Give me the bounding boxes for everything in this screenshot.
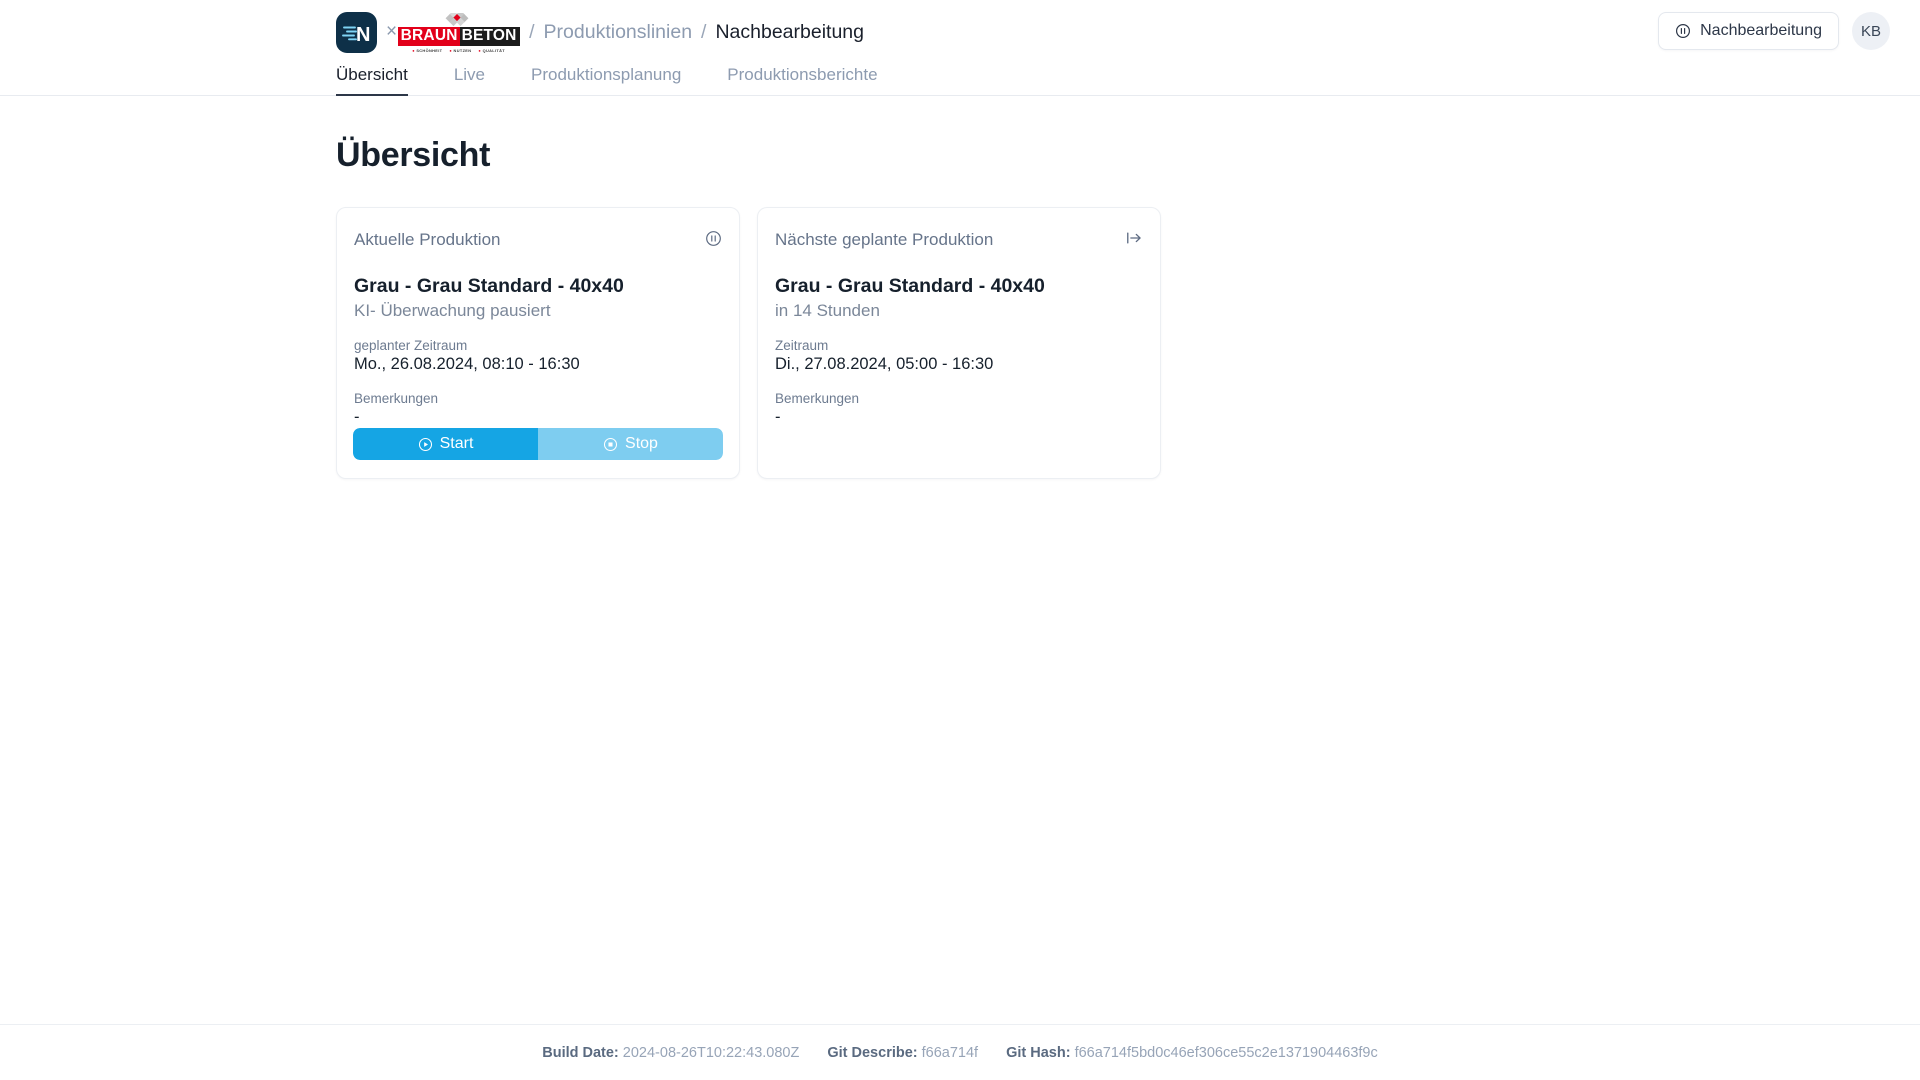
card-aktuelle-produktion: Aktuelle Produktion Grau - Grau Standard… [336,207,740,479]
card-label-aktuelle-produktion: Aktuelle Produktion [354,230,501,249]
card-grid: Aktuelle Produktion Grau - Grau Standard… [336,207,1920,479]
partner-logo-braunbeton: BRAUN BETON ● SCHÖNHEIT ● NUTZEN ● QUALIT… [397,11,520,53]
footer-git-hash-label: Git Hash: [1006,1044,1071,1061]
main-content: Übersicht Aktuelle Produktion Grau - Gra… [0,96,1920,479]
card-actions: Start Stop [353,428,723,460]
card-header: Aktuelle Produktion [353,230,723,250]
stop-button-label: Stop [625,435,658,452]
field-value: - [354,408,360,426]
diamond-pattern-icon [445,13,469,27]
card-label-naechste-produktion: Nächste geplante Produktion [775,230,994,249]
field-zeitraum: Zeitraum Di., 27.08.2024, 05:00 - 16:30 [774,338,1144,374]
breadcrumb-current-page: Nachbearbeitung [715,20,864,43]
footer-build-date-label: Build Date: [542,1044,619,1061]
tab-produktionsberichte[interactable]: Produktionsberichte [727,65,877,96]
app-footer: Build Date: 2024-08-26T10:22:43.080Z Git… [0,1024,1920,1080]
card-title: Grau - Grau Standard - 40x40 [354,275,624,297]
stop-circle-icon [603,437,618,452]
avatar[interactable]: KB [1852,12,1890,50]
tagline-word-1: NUTZEN [453,47,472,53]
partner-logo-word-beton: BETON [459,27,520,46]
app-header: N × BRAUN BETON ● SCHÖNHEIT ● NUTZEN ● Q… [0,0,1920,64]
card-subtitle-status: KI- Überwachung pausiert [354,301,551,320]
arrow-right-from-bracket-icon[interactable] [1125,230,1143,246]
status-button-label: Nachbearbeitung [1700,22,1822,39]
field-value: Mo., 26.08.2024, 08:10 - 16:30 [354,355,580,373]
logo-separator-x: × [386,21,398,42]
tab-live[interactable]: Live [454,65,485,96]
field-geplanter-zeitraum: geplanter Zeitraum Mo., 26.08.2024, 08:1… [353,338,723,374]
tab-produktionsplanung[interactable]: Produktionsplanung [531,65,681,96]
play-circle-icon [418,437,433,452]
breadcrumb: / Produktionslinien / Nachbearbeitung [529,21,864,44]
partner-logo-tagline: ● SCHÖNHEIT ● NUTZEN ● QUALITÄT [412,47,506,53]
footer-git-describe-label: Git Describe: [827,1044,918,1061]
pause-circle-icon [1675,23,1691,39]
footer-git-hash-value: f66a714f5bd0c46ef306ce55c2e1371904463f9c [1074,1044,1378,1061]
status-button-nachbearbeitung[interactable]: Nachbearbeitung [1658,12,1839,50]
field-label: Zeitraum [775,338,829,353]
stop-button[interactable]: Stop [538,428,723,460]
tab-bar: Übersicht Live Produktionsplanung Produk… [0,64,1920,96]
app-logo-mark: N [341,24,370,45]
tagline-word-0: SCHÖNHEIT [416,47,443,53]
partner-logo-word-braun: BRAUN [397,27,460,46]
header-actions: Nachbearbeitung KB [1658,12,1890,50]
field-bemerkungen: Bemerkungen - [774,391,1144,427]
breadcrumb-link-produktionslinien[interactable]: Produktionslinien [544,21,693,44]
app-logo[interactable]: N [336,11,377,53]
card-header: Nächste geplante Produktion [774,230,1144,250]
start-button-label: Start [439,435,474,452]
card-title: Grau - Grau Standard - 40x40 [775,275,1045,297]
field-value: - [775,408,781,426]
tab-uebersicht[interactable]: Übersicht [336,65,408,96]
tagline-word-2: QUALITÄT [482,47,506,53]
breadcrumb-separator-1: / [529,20,535,43]
field-value: Di., 27.08.2024, 05:00 - 16:30 [775,355,994,373]
footer-git-describe-value: f66a714f [921,1044,979,1061]
pause-circle-icon[interactable] [705,230,722,247]
card-naechste-geplante-produktion: Nächste geplante Produktion Grau - Grau … [757,207,1161,479]
partner-logo-wordmark: BRAUN BETON [397,27,520,46]
field-label: Bemerkungen [775,391,860,406]
footer-build-date-value: 2024-08-26T10:22:43.080Z [622,1044,800,1061]
field-bemerkungen: Bemerkungen - [353,391,723,427]
footer-git-describe: Git Describe: f66a714f [827,1045,978,1061]
breadcrumb-separator-2: / [701,20,707,43]
page-title: Übersicht [336,136,491,174]
footer-git-hash: Git Hash: f66a714f5bd0c46ef306ce55c2e137… [1006,1045,1378,1061]
field-label: geplanter Zeitraum [354,338,468,353]
field-label: Bemerkungen [354,391,439,406]
card-subtitle-countdown: in 14 Stunden [775,301,880,320]
svg-text:N: N [356,24,370,45]
start-button[interactable]: Start [353,428,538,460]
footer-build-date: Build Date: 2024-08-26T10:22:43.080Z [542,1045,799,1061]
brand-group: N × BRAUN BETON ● SCHÖNHEIT ● NUTZEN ● Q… [336,11,520,53]
